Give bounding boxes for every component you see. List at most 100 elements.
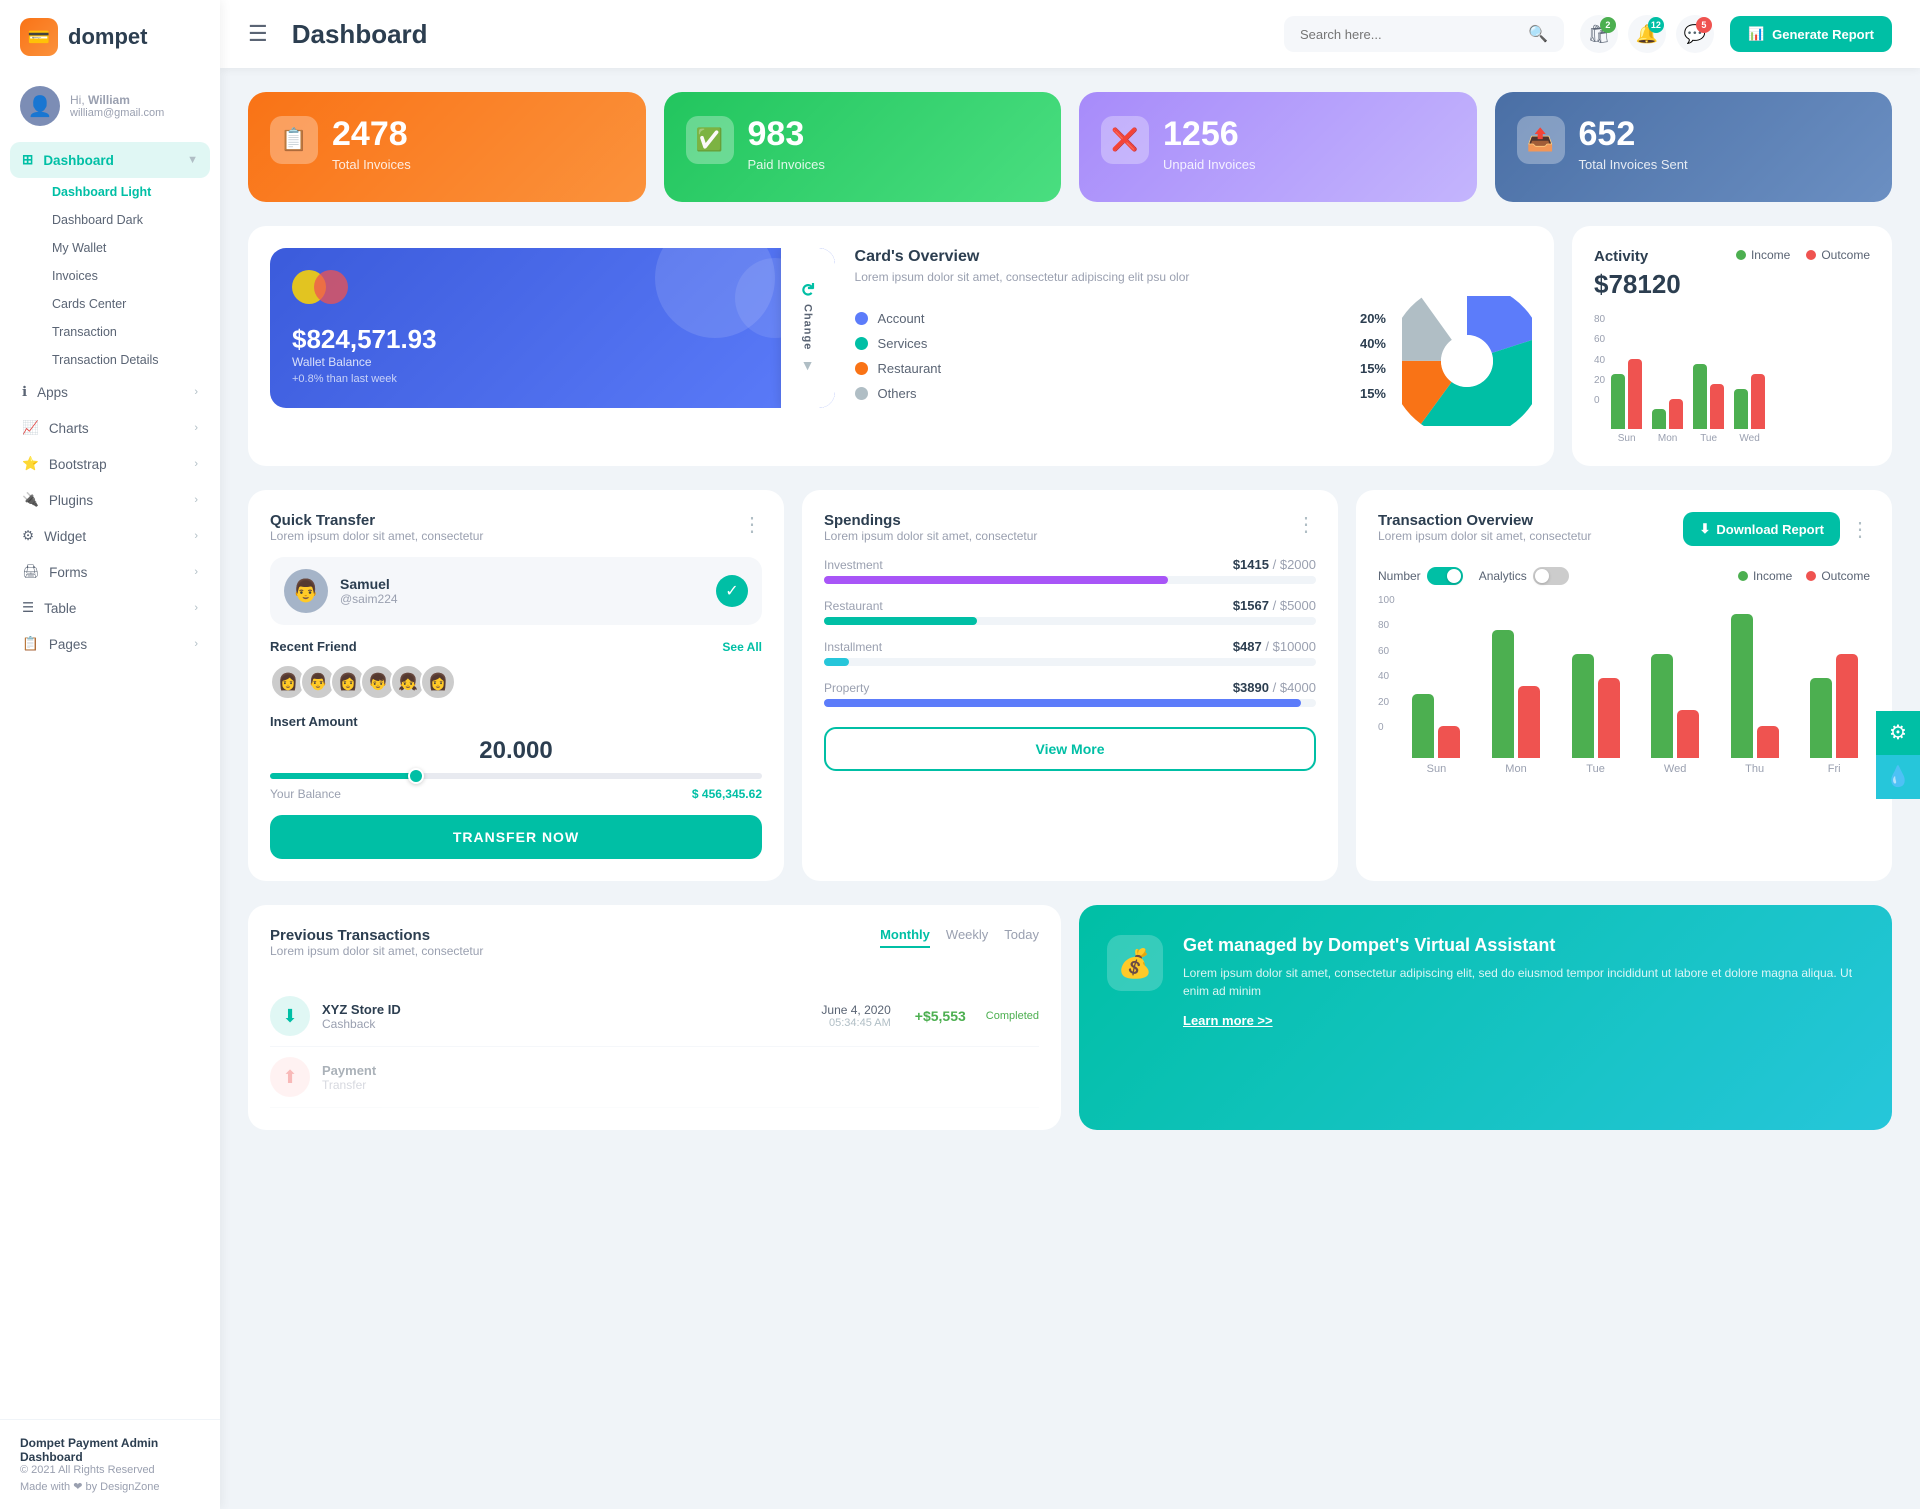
number-toggle[interactable]	[1427, 567, 1463, 585]
to-bar-mon: Mon	[1480, 630, 1552, 775]
download-report-button[interactable]: ⬇ Download Report	[1683, 512, 1840, 546]
friend-avatar-6[interactable]: 👩	[420, 664, 456, 700]
sidebar-item-table[interactable]: ☰ Table ›	[10, 590, 210, 626]
outcome-label: Outcome	[1821, 569, 1870, 583]
spending-item-restaurant: Restaurant $1567 / $5000	[824, 598, 1316, 625]
y-label-60: 60	[1594, 334, 1605, 345]
unpaid-invoices-number: 1256	[1163, 116, 1256, 153]
report-icon: 📊	[1748, 26, 1764, 42]
bar-chart: Sun Mon	[1611, 314, 1870, 444]
spendings-title: Spendings	[824, 512, 1037, 529]
mid-row: $824,571.93 Wallet Balance +0.8% than la…	[248, 226, 1892, 466]
sidebar-item-forms[interactable]: 🖨 Forms ›	[10, 554, 210, 590]
others-pct: 15%	[1360, 386, 1386, 401]
account-label: Account	[878, 311, 1350, 326]
to-menu-button[interactable]: ⋮	[1850, 517, 1870, 542]
footer-made: Made with ❤ by DesignZone	[20, 1480, 200, 1493]
toggle-thumb	[1447, 569, 1461, 583]
transfer-check-icon: ✓	[716, 575, 748, 607]
sidebar-item-label: Plugins	[49, 493, 93, 508]
subitem-transaction[interactable]: Transaction	[42, 318, 210, 346]
sidebar-item-label: Charts	[49, 421, 89, 436]
to-bar-label-thu: Thu	[1745, 763, 1764, 775]
sidebar-item-dashboard[interactable]: ⊞ Dashboard ▼	[10, 142, 210, 178]
sidebar-item-bootstrap[interactable]: ⭐ Bootstrap ›	[10, 446, 210, 482]
sidebar-item-apps[interactable]: ℹ Apps ›	[10, 374, 210, 410]
subitem-dashboard-dark[interactable]: Dashboard Dark	[42, 206, 210, 234]
income-legend: Income	[1736, 248, 1790, 262]
subitem-transaction-details[interactable]: Transaction Details	[42, 346, 210, 374]
view-more-button[interactable]: View More	[824, 727, 1316, 771]
generate-report-button[interactable]: 📊 Generate Report	[1730, 16, 1892, 52]
pt-tab-today[interactable]: Today	[1004, 927, 1039, 948]
to-header: Transaction Overview Lorem ipsum dolor s…	[1378, 512, 1870, 557]
others-dot	[855, 387, 868, 400]
quick-transfer-menu-button[interactable]: ⋮	[742, 512, 762, 537]
to-bar-pair	[1651, 654, 1699, 758]
pt-tab-weekly[interactable]: Weekly	[946, 927, 988, 948]
subitem-dashboard-light[interactable]: Dashboard Light	[42, 178, 210, 206]
chevron-right-icon: ›	[194, 494, 198, 506]
activity-chart-wrap: 80 60 40 20 0 Sun	[1594, 314, 1870, 444]
amount-slider[interactable]	[270, 773, 762, 779]
see-all-button[interactable]: See All	[722, 640, 762, 654]
tx-date: June 4, 2020 05:34:45 AM	[821, 1003, 890, 1029]
subitem-my-wallet[interactable]: My Wallet	[42, 234, 210, 262]
total-sent-label: Total Invoices Sent	[1579, 157, 1688, 172]
cart-button[interactable]: 🛍 2	[1580, 15, 1618, 53]
user-profile: 👤 Hi, William william@gmail.com	[0, 74, 220, 142]
spendings-menu-button[interactable]: ⋮	[1296, 512, 1316, 537]
to-bar-wed: Wed	[1639, 654, 1711, 775]
wallet-section: $824,571.93 Wallet Balance +0.8% than la…	[270, 248, 835, 444]
chevron-right-icon: ›	[194, 530, 198, 542]
to-bar-chart: Sun Mon	[1401, 595, 1870, 775]
search-bar[interactable]: 🔍	[1284, 16, 1564, 52]
to-controls: ⬇ Download Report ⋮	[1683, 512, 1870, 546]
to-legend: Income Outcome	[1738, 569, 1870, 583]
subitem-invoices[interactable]: Invoices	[42, 262, 210, 290]
slider-track	[270, 773, 762, 779]
notification-button[interactable]: 🔔 12	[1628, 15, 1666, 53]
search-input[interactable]	[1300, 27, 1520, 42]
bar-sun: Sun	[1611, 359, 1642, 444]
hamburger-button[interactable]: ☰	[248, 21, 268, 47]
wallet-change-button[interactable]: ↻ Change ▼	[781, 248, 835, 408]
y-100: 100	[1378, 595, 1395, 606]
settings-float-button[interactable]: ⚙	[1876, 711, 1920, 755]
sidebar-item-label: Forms	[49, 565, 87, 580]
sidebar-item-widget[interactable]: ⚙ Widget ›	[10, 518, 210, 554]
search-icon: 🔍	[1528, 24, 1548, 44]
installment-amount: $487 / $10000	[1233, 639, 1316, 654]
subitem-cards-center[interactable]: Cards Center	[42, 290, 210, 318]
tx-name: XYZ Store ID	[322, 1002, 401, 1017]
message-badge: 5	[1696, 17, 1712, 33]
to-y-axis: 100 80 60 40 20 0	[1378, 595, 1395, 755]
message-button[interactable]: 💬 5	[1676, 15, 1714, 53]
services-dot	[855, 337, 868, 350]
transfer-now-button[interactable]: TRANSFER NOW	[270, 815, 762, 859]
water-float-button[interactable]: 💧	[1876, 755, 1920, 799]
sidebar-item-charts[interactable]: 📈 Charts ›	[10, 410, 210, 446]
restaurant-fill	[824, 617, 977, 625]
income-bar-sun	[1611, 374, 1625, 429]
analytics-toggle[interactable]	[1533, 567, 1569, 585]
sidebar-item-plugins[interactable]: 🔌 Plugins ›	[10, 482, 210, 518]
investment-label: Investment	[824, 558, 883, 572]
installment-fill	[824, 658, 849, 666]
pt-title: Previous Transactions	[270, 927, 483, 944]
logo[interactable]: 💳 dompet	[0, 0, 220, 74]
pie-center	[1441, 335, 1493, 387]
pt-tab-monthly[interactable]: Monthly	[880, 927, 930, 948]
outcome-bar-mon	[1669, 399, 1683, 429]
wallet-card: $824,571.93 Wallet Balance +0.8% than la…	[270, 248, 835, 408]
slider-thumb[interactable]	[408, 768, 424, 784]
to-bar-label-sun: Sun	[1427, 763, 1447, 775]
mc-circle-red	[314, 270, 348, 304]
sidebar-item-pages[interactable]: 📋 Pages ›	[10, 626, 210, 662]
analytics-toggle-group: Analytics	[1479, 567, 1569, 585]
quick-transfer-title: Quick Transfer	[270, 512, 483, 529]
quick-transfer-desc: Lorem ipsum dolor sit amet, consectetur	[270, 529, 483, 543]
tx-type: Cashback	[322, 1017, 401, 1031]
pages-icon: 📋	[22, 636, 39, 652]
banner-link[interactable]: Learn more >>	[1183, 1013, 1273, 1028]
